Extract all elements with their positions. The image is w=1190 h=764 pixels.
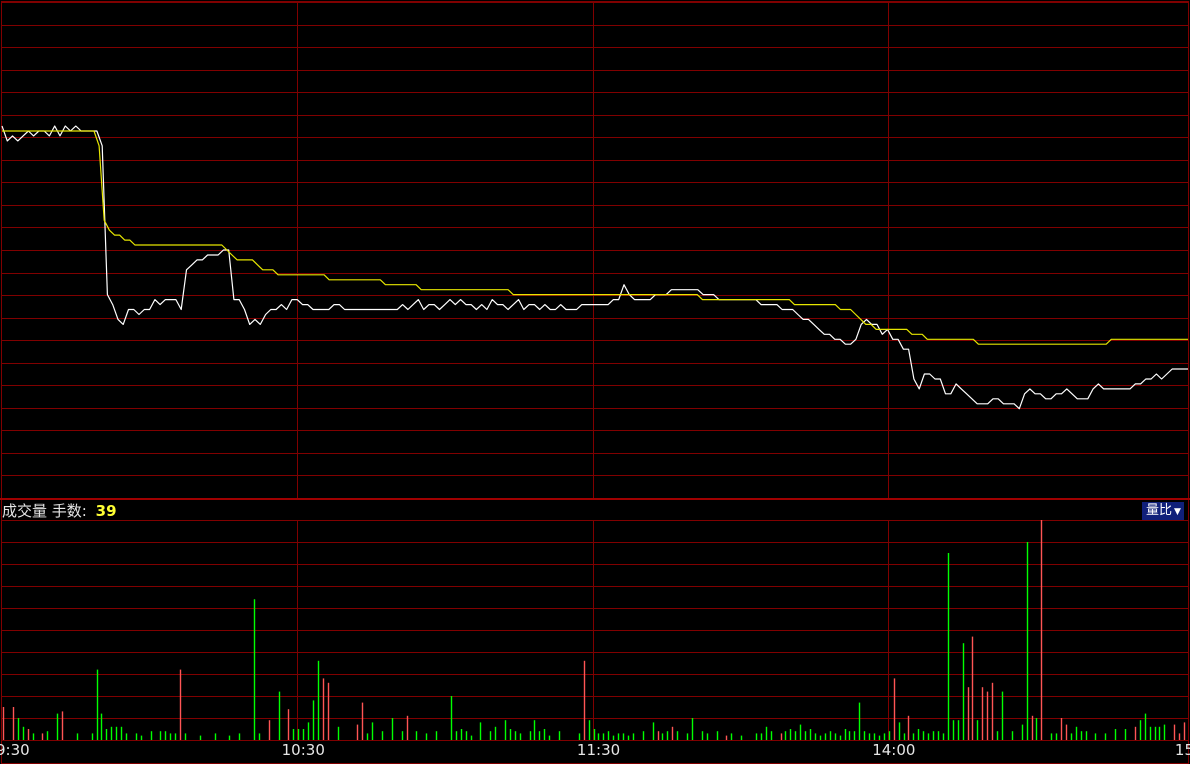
volume-ratio-label: 量比 (1146, 503, 1173, 518)
volume-unit-label: 手数: (51, 502, 87, 520)
x-tick-label: 9:30 (0, 741, 30, 759)
intraday-chart: 9:30 10:30 11:30 14:00 15 (0, 1, 1190, 764)
volume-panel-header: 成交量 手数: 39 (2, 501, 117, 521)
volume-ratio-dropdown[interactable]: 量比 ▼ (1142, 502, 1184, 520)
chevron-down-icon: ▼ (1174, 507, 1181, 517)
price-line (1, 125, 1188, 410)
volume-title: 成交量 (2, 502, 48, 520)
x-tick-label: 14:00 (872, 741, 915, 759)
price-grid (0, 1, 1190, 764)
price-lines (1, 125, 1188, 410)
average-price-line (2, 130, 1188, 345)
x-axis-labels: 9:30 10:30 11:30 14:00 15 (0, 741, 1190, 759)
x-tick-label: 11:30 (577, 741, 620, 759)
volume-current-value: 39 (95, 502, 117, 520)
x-tick-label: 10:30 (282, 741, 325, 759)
x-tick-label: 15 (1175, 741, 1190, 759)
